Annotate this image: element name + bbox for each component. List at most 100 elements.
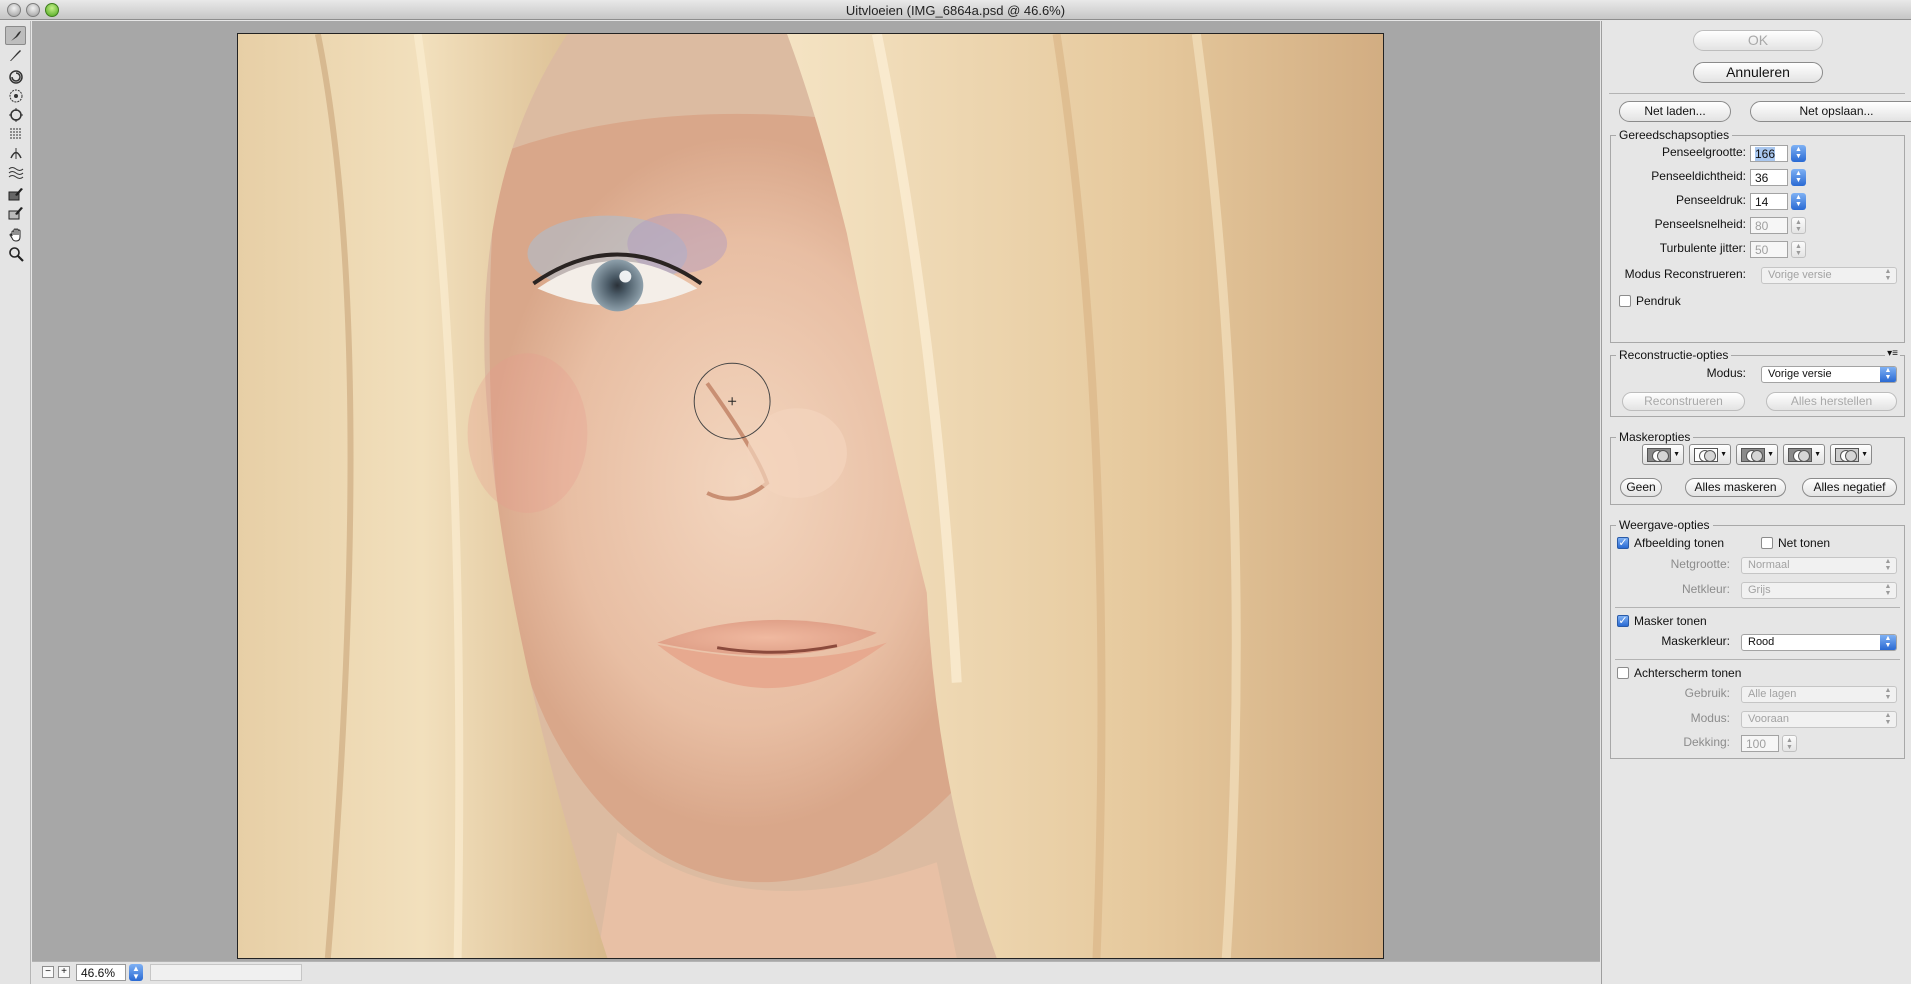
invert-all-button[interactable]: Alles negatief <box>1802 478 1897 497</box>
opacity-label: Dekking: <box>1683 735 1730 749</box>
push-left-tool-icon[interactable] <box>5 124 26 143</box>
horizontal-scrollbar[interactable] <box>150 964 302 981</box>
portrait-photo <box>238 34 1383 958</box>
twirl-clockwise-tool-icon[interactable] <box>5 67 26 86</box>
brush-density-stepper[interactable]: ▲ ▼ <box>1791 169 1806 186</box>
show-mesh-label: Net tonen <box>1778 536 1831 550</box>
mesh-size-value: Normaal <box>1748 559 1790 571</box>
reconstruct-options-group: Reconstructie-opties ▾≡ Modus: Vorige ve… <box>1610 348 1905 417</box>
show-mask-checkbox[interactable]: ✓ <box>1617 615 1629 627</box>
show-backdrop-label: Achterscherm tonen <box>1634 666 1742 680</box>
mask-color-select[interactable]: Rood ▲ ▼ <box>1741 634 1897 651</box>
chevron-down-icon: ▲ ▼ <box>1884 687 1892 701</box>
use-select[interactable]: Alle lagen ▲ ▼ <box>1741 686 1897 703</box>
zoom-level-stepper[interactable]: ▲ ▼ <box>129 964 143 981</box>
opacity-field[interactable]: 100 <box>1741 735 1779 752</box>
ok-button[interactable]: OK <box>1693 30 1823 51</box>
reconstruct-tool-icon[interactable] <box>5 45 26 64</box>
brush-rate-stepper[interactable]: ▲ ▼ <box>1791 217 1806 234</box>
zoom-in-button[interactable]: + <box>58 966 70 978</box>
show-image-label: Afbeelding tonen <box>1634 536 1725 550</box>
subtract-from-selection-icon[interactable]: ▼ <box>1736 444 1778 465</box>
options-panel: OK Annuleren Net laden... Net opslaan...… <box>1601 21 1911 984</box>
backdrop-mode-select[interactable]: Vooraan ▲ ▼ <box>1741 711 1897 728</box>
turbulence-tool-icon[interactable] <box>5 162 26 181</box>
panel-menu-icon[interactable]: ▾≡ <box>1885 348 1900 359</box>
window-title: Uitvloeien (IMG_6864a.psd @ 46.6%) <box>845 3 1066 18</box>
zoom-out-button[interactable]: − <box>42 966 54 978</box>
mesh-size-select[interactable]: Normaal ▲ ▼ <box>1741 557 1897 574</box>
reconstruct-options-mode-select[interactable]: Vorige versie ▲ ▼ <box>1761 366 1897 383</box>
chevron-down-icon: ▲ ▼ <box>1880 367 1896 382</box>
brush-rate-label: Penseelsnelheid: <box>1654 217 1746 231</box>
reconstruct-mode-value: Vorige versie <box>1768 269 1832 281</box>
turbulent-jitter-label: Turbulente jitter: <box>1659 241 1746 255</box>
intersect-with-selection-icon[interactable]: ▼ <box>1783 444 1825 465</box>
tool-palette <box>0 21 31 984</box>
view-options-title: Weergave-opties <box>1616 518 1713 532</box>
turbulent-jitter-field[interactable]: 50 <box>1750 241 1788 258</box>
mask-options-group: Maskeropties ▼ ▼ ▼ ▼ ▼ Geen Alles masker… <box>1610 430 1905 505</box>
show-mesh-checkbox[interactable] <box>1761 537 1773 549</box>
chevron-down-icon: ▲ ▼ <box>1884 583 1892 597</box>
add-to-selection-icon[interactable]: ▼ <box>1689 444 1731 465</box>
brush-density-label: Penseeldichtheid: <box>1651 169 1746 183</box>
chevron-down-icon: ▲ ▼ <box>1884 558 1892 572</box>
mesh-color-select[interactable]: Grijs ▲ ▼ <box>1741 582 1897 599</box>
brush-density-field[interactable]: 36 <box>1750 169 1788 186</box>
brush-size-label: Penseelgrootte: <box>1661 145 1746 159</box>
stylus-pressure-label: Pendruk <box>1636 294 1681 308</box>
thaw-mask-tool-icon[interactable] <box>5 203 26 222</box>
zoom-bar: − + 46.6% ▲ ▼ <box>32 961 1600 984</box>
chevron-down-icon: ▲ ▼ <box>1884 712 1892 726</box>
save-mesh-button[interactable]: Net opslaan... <box>1750 101 1911 122</box>
divider <box>1615 659 1900 660</box>
mask-options-title: Maskeropties <box>1616 430 1694 444</box>
brush-pressure-stepper[interactable]: ▲ ▼ <box>1791 193 1806 210</box>
restore-all-button[interactable]: Alles herstellen <box>1766 392 1897 411</box>
mask-color-value: Rood <box>1748 636 1775 648</box>
invert-selection-icon[interactable]: ▼ <box>1830 444 1872 465</box>
brush-rate-field[interactable]: 80 <box>1750 217 1788 234</box>
reconstruct-options-mode-value: Vorige versie <box>1768 368 1832 380</box>
show-backdrop-checkbox[interactable] <box>1617 667 1629 679</box>
brush-size-field[interactable]: 166 <box>1750 145 1788 162</box>
preview-canvas[interactable] <box>32 21 1631 979</box>
show-image-checkbox[interactable]: ✓ <box>1617 537 1629 549</box>
brush-size-stepper[interactable]: ▲ ▼ <box>1791 145 1806 162</box>
mesh-color-value: Grijs <box>1748 584 1771 596</box>
backdrop-mode-label: Modus: <box>1690 711 1730 725</box>
load-mesh-button[interactable]: Net laden... <box>1619 101 1731 122</box>
brush-pressure-label: Penseeldruk: <box>1675 193 1746 207</box>
none-button[interactable]: Geen <box>1620 478 1662 497</box>
mask-all-button[interactable]: Alles maskeren <box>1685 478 1786 497</box>
reconstruct-mode-select[interactable]: Vorige versie ▲ ▼ <box>1761 267 1897 284</box>
mask-color-label: Maskerkleur: <box>1661 634 1730 648</box>
divider <box>1615 607 1900 608</box>
opacity-stepper[interactable]: ▲ ▼ <box>1782 735 1797 752</box>
reconstruct-button[interactable]: Reconstrueren <box>1622 392 1745 411</box>
zoom-level-field[interactable]: 46.6% <box>76 964 126 981</box>
replace-selection-icon[interactable]: ▼ <box>1642 444 1684 465</box>
turbulent-jitter-stepper[interactable]: ▲ ▼ <box>1791 241 1806 258</box>
backdrop-mode-value: Vooraan <box>1748 713 1789 725</box>
stylus-pressure-checkbox[interactable] <box>1619 295 1631 307</box>
chevron-down-icon: ▲ ▼ <box>1884 268 1892 282</box>
preview-image[interactable] <box>237 33 1384 959</box>
hand-tool-icon[interactable] <box>5 225 26 244</box>
view-options-group: Weergave-opties ✓ Afbeelding tonen Net t… <box>1610 518 1905 759</box>
freeze-mask-tool-icon[interactable] <box>5 184 26 203</box>
zoom-tool-icon[interactable] <box>5 244 26 263</box>
reconstruct-mode-label: Modus Reconstrueren: <box>1624 267 1746 281</box>
cancel-button[interactable]: Annuleren <box>1693 62 1823 83</box>
bloat-tool-icon[interactable] <box>5 105 26 124</box>
pucker-tool-icon[interactable] <box>5 86 26 105</box>
chevron-down-icon: ▲ ▼ <box>1880 635 1896 650</box>
mesh-size-label: Netgrootte: <box>1670 557 1730 571</box>
divider <box>1609 93 1905 94</box>
mirror-tool-icon[interactable] <box>5 143 26 162</box>
forward-warp-tool-icon[interactable] <box>5 26 26 45</box>
reconstruct-options-title: Reconstructie-opties <box>1616 348 1732 362</box>
brush-pressure-field[interactable]: 14 <box>1750 193 1788 210</box>
title-bar: Uitvloeien (IMG_6864a.psd @ 46.6%) <box>0 0 1911 20</box>
